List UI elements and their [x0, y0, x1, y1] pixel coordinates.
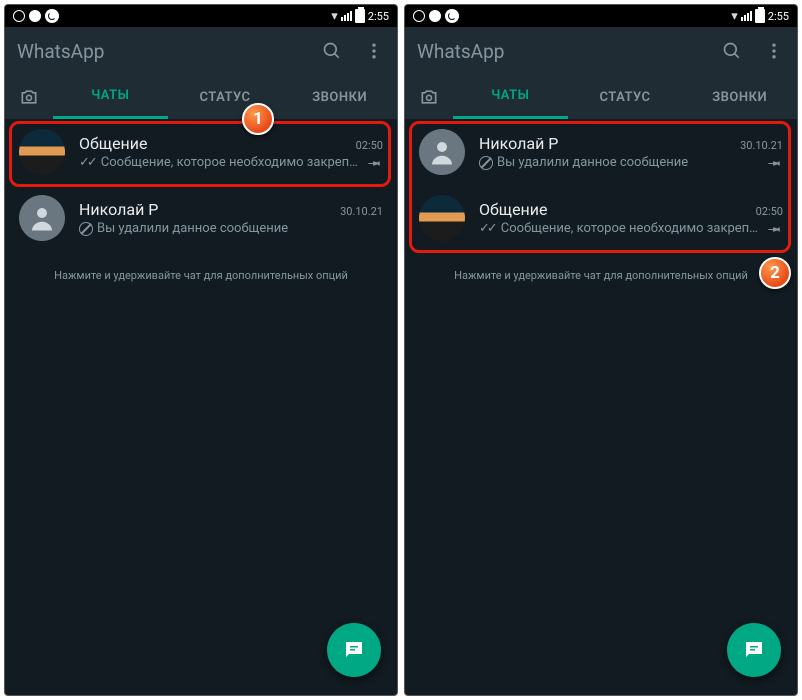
chat-item[interactable]: Общение 02:50 ✓✓ Сообщение, которое необ… [5, 119, 397, 185]
more-icon[interactable] [363, 40, 385, 62]
chat-preview: Сообщение, которое необходимо закреп… [101, 155, 363, 170]
phone-left: ▾ 2:55 WhatsApp ЧАТЫ СТАТУС ЗВОНКИ [4, 4, 398, 696]
battery-icon [355, 9, 365, 23]
pin-icon [367, 155, 383, 171]
status-icon-circle [13, 10, 25, 22]
app-title: WhatsApp [17, 40, 104, 63]
chat-time: 02:50 [356, 139, 383, 152]
chat-list: Николай Р 30.10.21 Вы удалили данное соо… [405, 119, 797, 695]
wifi-icon: ▾ [331, 9, 338, 24]
blocked-icon [79, 222, 93, 236]
blocked-icon [479, 156, 493, 170]
hint-text: Нажмите и удерживайте чат для дополнител… [5, 251, 397, 300]
statusbar: ▾ 2:55 [5, 5, 397, 27]
pin-icon [767, 221, 783, 237]
chat-name: Николай Р [479, 134, 558, 153]
camera-icon[interactable] [405, 87, 453, 107]
chat-time: 30.10.21 [740, 139, 783, 152]
signal-icon [741, 11, 752, 21]
battery-icon [755, 9, 765, 23]
phone-right: ▾ 2:55 WhatsApp ЧАТЫ СТАТУС ЗВОНКИ [404, 4, 798, 696]
wifi-icon: ▾ [731, 9, 738, 24]
signal-icon [341, 11, 352, 21]
status-icon-dot [29, 10, 41, 22]
chat-name: Общение [479, 200, 548, 219]
avatar [419, 195, 465, 241]
clock: 2:55 [368, 10, 389, 23]
tab-status[interactable]: СТАТУС [568, 77, 683, 118]
read-ticks-icon: ✓✓ [79, 155, 95, 170]
chat-preview: Вы удалили данное сообщение [497, 155, 763, 170]
avatar [19, 195, 65, 241]
statusbar: ▾ 2:55 [405, 5, 797, 27]
chat-list: Общение 02:50 ✓✓ Сообщение, которое необ… [5, 119, 397, 695]
tab-calls[interactable]: ЗВОНКИ [282, 77, 397, 118]
tab-chats[interactable]: ЧАТЫ [453, 75, 568, 119]
chat-time: 02:50 [756, 205, 783, 218]
chat-item[interactable]: Общение 02:50 ✓✓ Сообщение, которое необ… [405, 185, 797, 251]
avatar [419, 129, 465, 175]
tabs: ЧАТЫ СТАТУС ЗВОНКИ [5, 75, 397, 119]
search-icon[interactable] [321, 40, 343, 62]
app-title: WhatsApp [417, 40, 504, 63]
tabs: ЧАТЫ СТАТУС ЗВОНКИ [405, 75, 797, 119]
chat-name: Общение [79, 134, 148, 153]
new-chat-fab[interactable] [727, 623, 781, 677]
tab-status[interactable]: СТАТУС [168, 77, 283, 118]
status-icon-dot [429, 10, 441, 22]
appbar: WhatsApp [405, 27, 797, 75]
chat-preview: Сообщение, которое необходимо закреп… [501, 221, 763, 236]
tab-calls[interactable]: ЗВОНКИ [682, 77, 797, 118]
hint-text: Нажмите и удерживайте чат для дополнител… [405, 251, 797, 300]
chat-name: Николай Р [79, 200, 158, 219]
pin-icon [767, 155, 783, 171]
avatar [19, 129, 65, 175]
chat-item[interactable]: Николай Р 30.10.21 Вы удалили данное соо… [5, 185, 397, 251]
tab-chats[interactable]: ЧАТЫ [53, 75, 168, 119]
shazam-icon [45, 9, 59, 23]
camera-icon[interactable] [5, 87, 53, 107]
shazam-icon [445, 9, 459, 23]
new-chat-fab[interactable] [327, 623, 381, 677]
chat-time: 30.10.21 [340, 205, 383, 218]
appbar: WhatsApp [5, 27, 397, 75]
clock: 2:55 [768, 10, 789, 23]
more-icon[interactable] [763, 40, 785, 62]
chat-item[interactable]: Николай Р 30.10.21 Вы удалили данное соо… [405, 119, 797, 185]
search-icon[interactable] [721, 40, 743, 62]
read-ticks-icon: ✓✓ [479, 221, 495, 236]
status-icon-circle [413, 10, 425, 22]
chat-preview: Вы удалили данное сообщение [97, 221, 383, 236]
